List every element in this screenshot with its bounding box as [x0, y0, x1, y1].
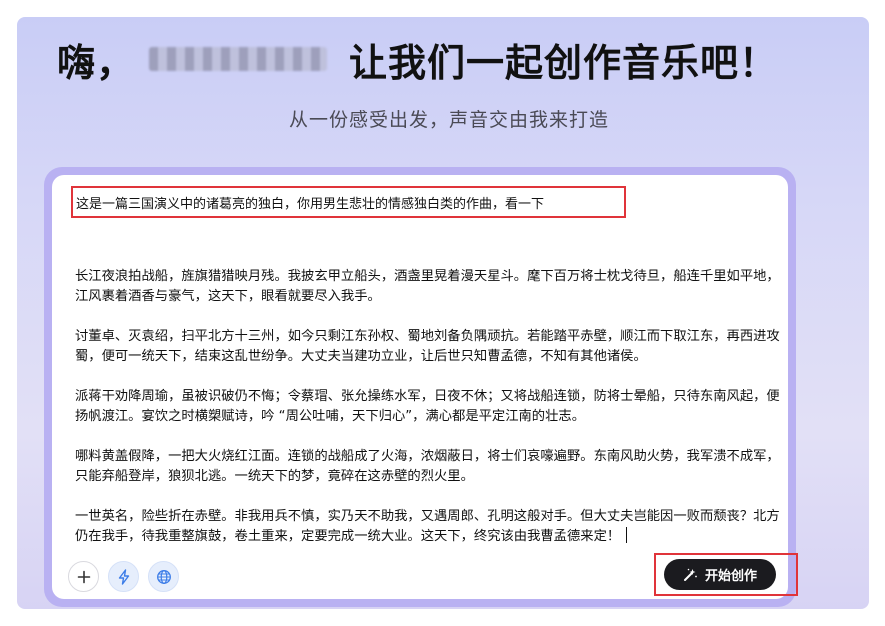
- lyrics-paragraph: 派蒋干劝降周瑜，虽被识破仍不悔；令蔡瑁、张允操练水军，日夜不休；又将战船连锁，防…: [75, 389, 780, 424]
- plus-icon: [77, 570, 90, 583]
- inspiration-button[interactable]: [108, 561, 139, 592]
- composer-toolbar: [68, 561, 179, 592]
- magic-wand-icon: [683, 568, 697, 581]
- lyrics-paragraph-last: 一世英名，险些折在赤壁。非我用兵不慎，实乃天不助我，又遇周郎、孔明这般对手。但大…: [75, 507, 787, 547]
- greeting-text: 嗨，: [57, 40, 136, 85]
- lyrics-paragraph: 讨董卓、灭袁绍，扫平北方十三州，如今只剩江东孙权、蜀地刘备负隅顽抗。若能踏平赤壁…: [75, 329, 780, 364]
- text-cursor: [626, 527, 628, 543]
- start-create-button[interactable]: 开始创作: [664, 559, 776, 590]
- language-button[interactable]: [148, 561, 179, 592]
- app-frame: 嗨， 让我们一起创作音乐吧！ 从一份感受出发，声音交由我来打造 这是一篇三国演义…: [17, 17, 869, 609]
- lyrics-paragraph: 长江夜浪拍战船，旌旗猎猎映月残。我披玄甲立船头，酒盏里晃着漫天星斗。麾下百万将士…: [75, 269, 780, 304]
- tagline-text: 让我们一起创作音乐吧！: [349, 40, 779, 85]
- lyrics-paragraph-text: 一世英名，险些折在赤壁。非我用兵不慎，实乃天不助我，又遇周郎、孔明这般对手。但大…: [75, 509, 780, 544]
- lightning-icon: [118, 568, 129, 585]
- prompt-text: 这是一篇三国演义中的诸葛亮的独白，你用男生悲壮的情感独白类的作曲，看一下: [76, 197, 545, 212]
- lyrics-paragraph: 哪料黄盖假降，一把大火烧红江面。连锁的战船成了火海，浓烟蔽日，将士们哀嚎遍野。东…: [75, 449, 780, 484]
- start-create-label: 开始创作: [704, 569, 757, 584]
- lyrics-content: 长江夜浪拍战船，旌旗猎猎映月残。我披玄甲立船头，酒盏里晃着漫天星斗。麾下百万将士…: [75, 267, 787, 547]
- page-title: 嗨， 让我们一起创作音乐吧！: [57, 35, 778, 85]
- globe-icon: [156, 569, 171, 584]
- composer-textarea[interactable]: 这是一篇三国演义中的诸葛亮的独白，你用男生悲壮的情感独白类的作曲，看一下 长江夜…: [52, 175, 798, 599]
- blurred-username: [149, 47, 328, 71]
- add-button[interactable]: [68, 561, 99, 592]
- composer-panel: 这是一篇三国演义中的诸葛亮的独白，你用男生悲壮的情感独白类的作曲，看一下 长江夜…: [44, 167, 798, 607]
- page-subtitle: 从一份感受出发，声音交由我来打造: [288, 109, 609, 131]
